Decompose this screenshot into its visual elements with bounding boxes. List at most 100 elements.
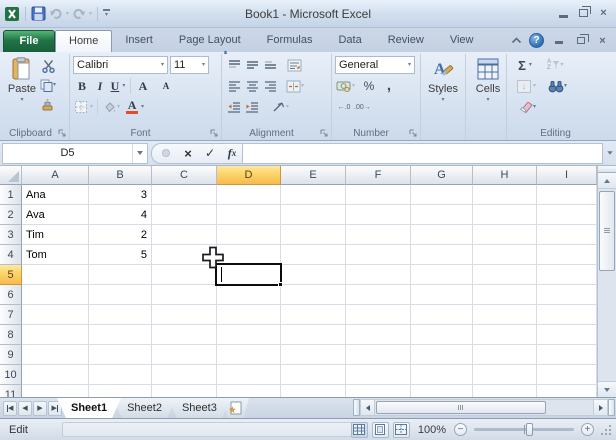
cell-E7[interactable] — [281, 305, 346, 325]
cell-H4[interactable] — [473, 245, 537, 265]
percent-style-button[interactable]: % — [360, 77, 378, 95]
undo-dropdown-icon[interactable]: ▾ — [66, 11, 69, 17]
cell-E1[interactable] — [281, 185, 346, 205]
cell-I6[interactable] — [537, 285, 597, 305]
row-header-4[interactable]: 4 — [0, 245, 22, 265]
enter-entry-button[interactable]: ✓ — [202, 146, 218, 160]
tab-split-handle[interactable] — [608, 399, 615, 416]
middle-align-button[interactable] — [243, 56, 261, 74]
cell-E4[interactable] — [281, 245, 346, 265]
cell-D5[interactable] — [217, 265, 281, 285]
column-header-A[interactable]: A — [22, 166, 89, 185]
clear-dropdown-icon[interactable]: ▾ — [533, 104, 536, 110]
cell-H10[interactable] — [473, 365, 537, 385]
scroll-left-icon[interactable] — [360, 399, 375, 416]
cell-G1[interactable] — [411, 185, 473, 205]
row-header-6[interactable]: 6 — [0, 285, 22, 305]
ribbon-tab-page-layout[interactable]: Page Layout — [166, 30, 254, 52]
find-dropdown-icon[interactable]: ▾ — [564, 83, 567, 89]
vertical-scrollbar[interactable] — [597, 166, 616, 397]
merge-center-dropdown-icon[interactable]: ▾ — [301, 83, 304, 89]
redo-dropdown-icon[interactable]: ▾ — [89, 11, 92, 17]
bottom-align-button[interactable] — [261, 56, 279, 74]
expand-formula-bar-icon[interactable] — [603, 143, 616, 164]
autosum-dropdown-icon[interactable]: ▾ — [529, 62, 532, 68]
cell-C3[interactable] — [152, 225, 217, 245]
cell-F11[interactable] — [346, 385, 411, 397]
redo-button[interactable] — [72, 7, 86, 21]
cells-button[interactable]: Cells ▾ — [469, 55, 507, 103]
cell-D6[interactable] — [217, 285, 281, 305]
cell-F3[interactable] — [346, 225, 411, 245]
cell-C8[interactable] — [152, 325, 217, 345]
align-center-button[interactable] — [243, 77, 261, 95]
insert-function-button[interactable]: fx — [224, 146, 240, 161]
cell-G8[interactable] — [411, 325, 473, 345]
cell-H9[interactable] — [473, 345, 537, 365]
cell-I5[interactable] — [537, 265, 597, 285]
cell-A6[interactable] — [22, 285, 89, 305]
cell-C7[interactable] — [152, 305, 217, 325]
row-header-1[interactable]: 1 — [0, 185, 22, 205]
help-icon[interactable]: ? — [529, 33, 544, 48]
row-header-2[interactable]: 2 — [0, 205, 22, 225]
cell-F5[interactable] — [346, 265, 411, 285]
cell-A7[interactable] — [22, 305, 89, 325]
cell-A4[interactable]: Tom — [22, 245, 89, 265]
cell-H7[interactable] — [473, 305, 537, 325]
cell-D10[interactable] — [217, 365, 281, 385]
cell-A1[interactable]: Ana — [22, 185, 89, 205]
ribbon-tab-home[interactable]: Home — [55, 30, 112, 52]
restore-window-icon[interactable] — [575, 6, 592, 20]
cell-E10[interactable] — [281, 365, 346, 385]
cell-G6[interactable] — [411, 285, 473, 305]
ribbon-tab-data[interactable]: Data — [325, 30, 374, 52]
cell-D4[interactable] — [217, 245, 281, 265]
cell-E6[interactable] — [281, 285, 346, 305]
clear-button[interactable]: ▾ — [516, 98, 537, 116]
cell-A5[interactable] — [22, 265, 89, 285]
zoom-in-button[interactable]: + — [581, 423, 594, 436]
column-header-H[interactable]: H — [473, 166, 537, 185]
select-all-corner[interactable] — [0, 166, 22, 185]
cell-I3[interactable] — [537, 225, 597, 245]
sheet-tab-sheet1[interactable]: Sheet1 — [57, 398, 121, 418]
cell-D8[interactable] — [217, 325, 281, 345]
cell-C6[interactable] — [152, 285, 217, 305]
orientation-dropdown-icon[interactable]: ▾ — [286, 104, 289, 110]
cell-G10[interactable] — [411, 365, 473, 385]
cell-I2[interactable] — [537, 205, 597, 225]
cell-D2[interactable] — [217, 205, 281, 225]
cell-F7[interactable] — [346, 305, 411, 325]
horizontal-scroll-track[interactable] — [375, 399, 593, 416]
normal-view-button[interactable] — [351, 422, 368, 438]
cell-E8[interactable] — [281, 325, 346, 345]
comma-style-button[interactable]: , — [380, 77, 398, 95]
number-format-select[interactable]: General ▾ — [335, 56, 415, 74]
orientation-button[interactable]: ▾ — [271, 98, 290, 116]
cell-F4[interactable] — [346, 245, 411, 265]
copy-button[interactable]: ▾ — [39, 76, 57, 94]
cell-B1[interactable]: 3 — [89, 185, 152, 205]
sort-filter-button[interactable]: AZ ▾ — [546, 56, 564, 74]
ribbon-tab-review[interactable]: Review — [375, 30, 437, 52]
grow-font-button[interactable]: A▴ — [134, 77, 152, 95]
cell-B9[interactable] — [89, 345, 152, 365]
horizontal-scroll-thumb[interactable] — [376, 401, 546, 414]
cell-D1[interactable] — [217, 185, 281, 205]
save-button[interactable] — [31, 6, 46, 21]
align-right-button[interactable] — [261, 77, 279, 95]
font-size-select[interactable]: 11 ▾ — [170, 56, 209, 74]
cell-F2[interactable] — [346, 205, 411, 225]
cell-H5[interactable] — [473, 265, 537, 285]
cell-F6[interactable] — [346, 285, 411, 305]
row-header-9[interactable]: 9 — [0, 345, 22, 365]
page-layout-view-button[interactable] — [372, 422, 389, 438]
paste-button[interactable]: Paste ▾ — [5, 55, 39, 113]
cell-H1[interactable] — [473, 185, 537, 205]
row-header-10[interactable]: 10 — [0, 365, 22, 385]
underline-button[interactable]: U▾ — [109, 77, 127, 95]
font-color-dropdown-icon[interactable]: ▾ — [141, 104, 144, 110]
borders-button[interactable]: ▾ — [73, 98, 94, 116]
column-header-F[interactable]: F — [346, 166, 411, 185]
